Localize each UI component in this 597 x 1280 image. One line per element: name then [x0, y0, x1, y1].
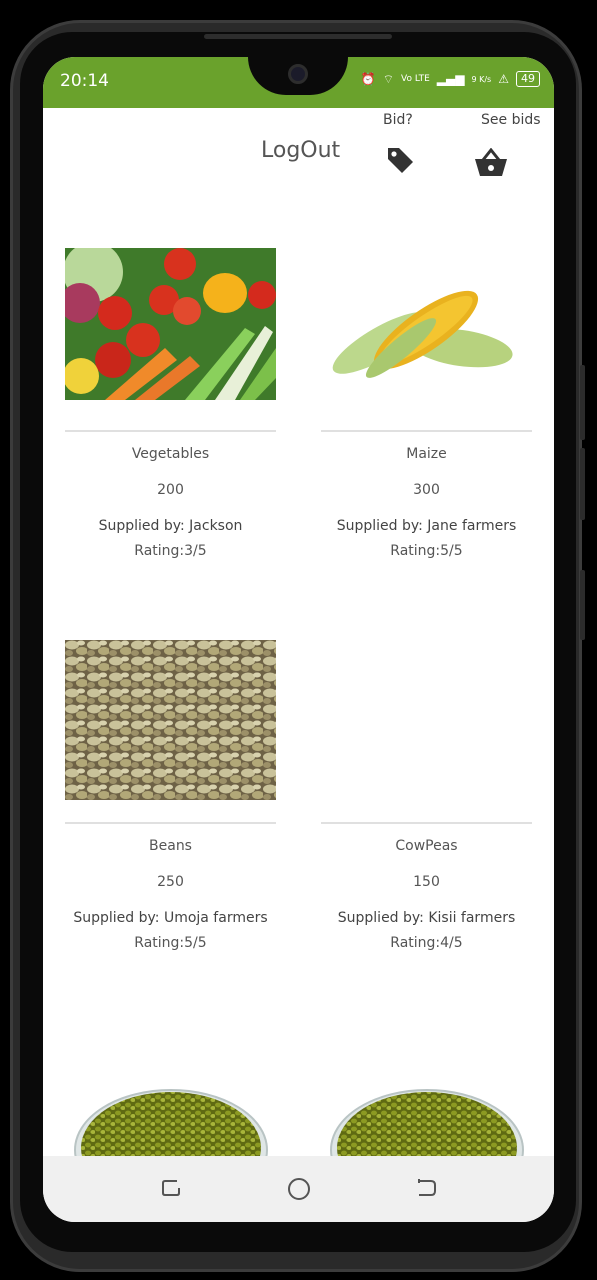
product-card[interactable] [321, 1038, 532, 1158]
app-header: LogOut Bid? See bids [43, 108, 554, 208]
green-grams-image [65, 1038, 276, 1158]
alarm-icon: ⏰ [360, 72, 376, 86]
product-price: 150 [413, 874, 440, 890]
signal-icon: ▂▄▆ [436, 72, 465, 86]
product-card[interactable]: Vegetables 200 Supplied by: Jackson Rati… [65, 248, 276, 559]
product-rating: Rating:5/5 [134, 935, 207, 951]
card-divider [321, 822, 532, 824]
product-card[interactable]: Beans 250 Supplied by: Umoja farmers Rat… [65, 640, 276, 951]
product-card[interactable] [65, 1038, 276, 1158]
side-button [580, 570, 585, 640]
volume-button [580, 365, 585, 440]
cowpeas-image [321, 640, 532, 800]
camera-icon [288, 64, 308, 84]
card-divider [321, 430, 532, 432]
product-supplier: Supplied by: Umoja farmers [73, 910, 268, 926]
status-icons: ⏰ ⌔ Vo LTE ▂▄▆ 9 K/s ⚠ 49 [361, 71, 540, 87]
home-icon[interactable] [286, 1176, 312, 1202]
product-price: 300 [413, 482, 440, 498]
recent-apps-icon[interactable] [159, 1176, 183, 1200]
product-rating: Rating:3/5 [134, 543, 207, 559]
product-price: 200 [157, 482, 184, 498]
product-price: 250 [157, 874, 184, 890]
product-name: Maize [406, 446, 447, 462]
status-bar: 20:14 ⏰ ⌔ Vo LTE ▂▄▆ 9 K/s ⚠ 49 [43, 57, 554, 108]
see-bids-label: See bids [481, 112, 541, 128]
product-name: Beans [149, 838, 192, 854]
product-supplier: Supplied by: Jackson [98, 518, 243, 534]
app-screen: 20:14 ⏰ ⌔ Vo LTE ▂▄▆ 9 K/s ⚠ 49 LogOut B… [43, 57, 554, 1222]
product-rating: Rating:4/5 [390, 935, 463, 951]
product-rating: Rating:5/5 [390, 543, 463, 559]
logout-button[interactable]: LogOut [261, 138, 340, 163]
network-label: Vo LTE [401, 74, 430, 84]
product-name: Vegetables [131, 446, 210, 462]
product-supplier: Supplied by: Kisii farmers [337, 910, 516, 926]
maize-image [321, 248, 532, 400]
warning-icon: ⚠ [498, 72, 509, 86]
speed-label: 9 K/s [471, 74, 492, 84]
back-icon[interactable] [415, 1176, 439, 1200]
product-card[interactable]: CowPeas 150 Supplied by: Kisii farmers R… [321, 640, 532, 951]
system-nav-bar [43, 1156, 554, 1222]
power-button [580, 448, 585, 520]
product-supplier: Supplied by: Jane farmers [336, 518, 517, 534]
status-time: 20:14 [60, 71, 109, 91]
tag-icon[interactable] [384, 144, 416, 176]
bid-label: Bid? [383, 112, 413, 128]
product-name: CowPeas [395, 838, 458, 854]
product-card[interactable]: Maize 300 Supplied by: Jane farmers Rati… [321, 248, 532, 559]
green-grams-image [321, 1038, 532, 1158]
wifi-icon: ⌔ [382, 71, 394, 86]
earpiece-speaker [204, 34, 392, 39]
battery-icon: 49 [516, 71, 540, 87]
beans-image [65, 640, 276, 800]
card-divider [65, 430, 276, 432]
basket-icon[interactable] [474, 148, 508, 178]
vegetables-image [65, 248, 276, 400]
card-divider [65, 822, 276, 824]
